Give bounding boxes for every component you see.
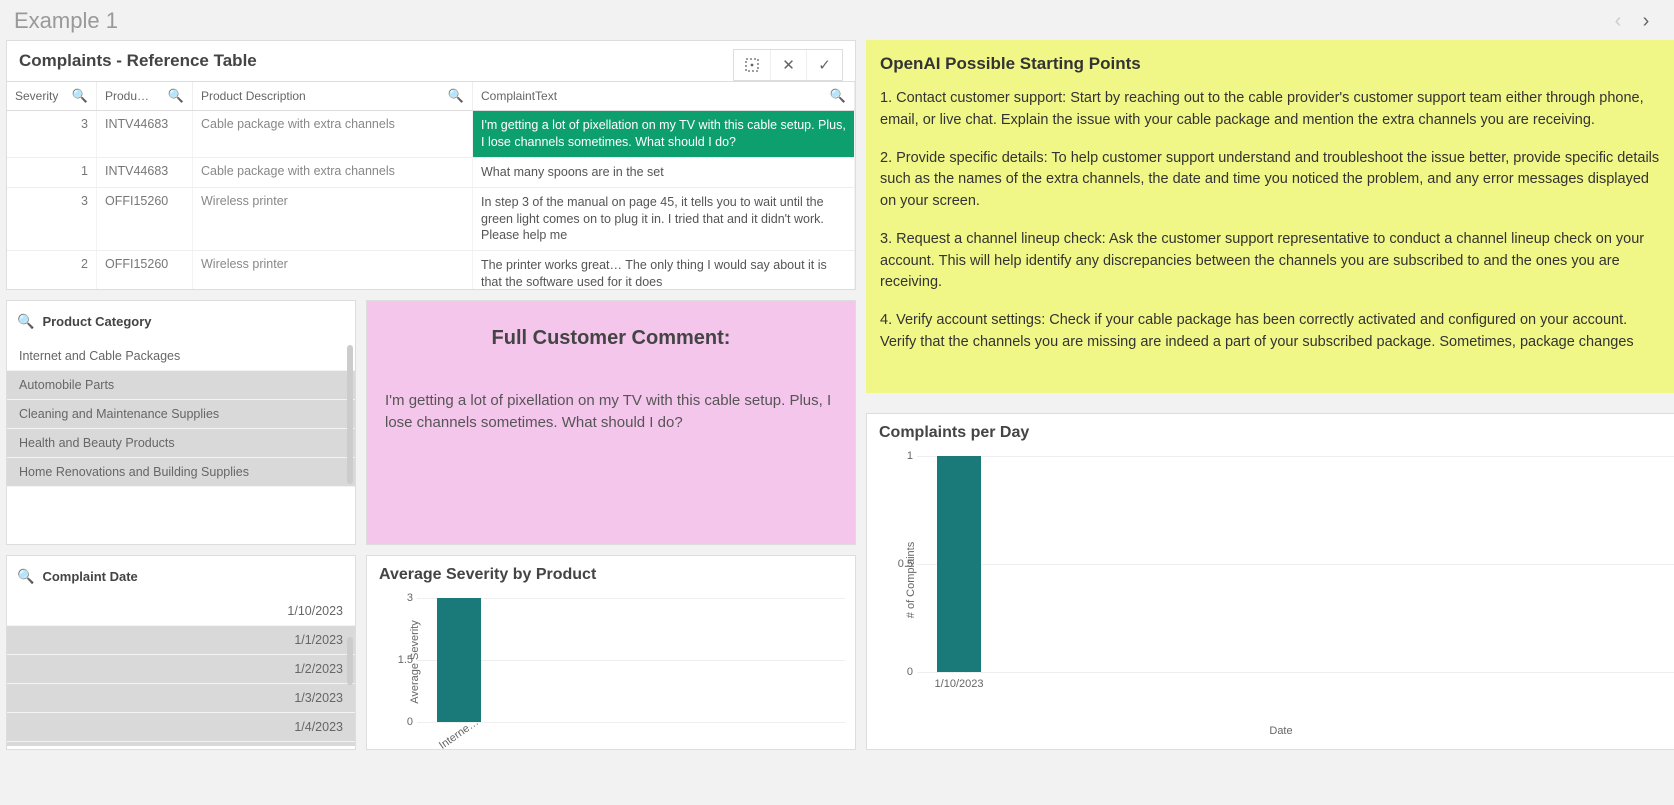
- list-item[interactable]: Cleaning and Maintenance Supplies: [7, 400, 355, 429]
- y-tick: 0.5: [883, 558, 913, 570]
- cell-desc: Cable package with extra channels: [193, 111, 473, 157]
- y-axis-label: # of Complaints: [905, 541, 917, 617]
- cell-comp: In step 3 of the manual on page 45, it t…: [473, 188, 855, 251]
- full-comment-body: I'm getting a lot of pixellation on my T…: [367, 360, 855, 464]
- y-tick: 3: [383, 592, 413, 604]
- avg-severity-chart[interactable]: Average Severity 01.53Interne…: [367, 594, 855, 729]
- search-icon[interactable]: 🔍: [17, 313, 34, 330]
- cell-sev: 2: [7, 251, 97, 289]
- full-comment-title: Full Customer Comment:: [367, 301, 855, 360]
- table-row[interactable]: 1INTV44683Cable package with extra chann…: [7, 158, 855, 188]
- cell-prod: OFFI15260: [97, 251, 193, 289]
- date-list[interactable]: 1/10/20231/1/20231/2/20231/3/20231/4/202…: [7, 597, 355, 746]
- openai-paragraph: 4. Verify account settings: Check if you…: [880, 310, 1660, 354]
- next-sheet-button[interactable]: ›: [1632, 10, 1660, 33]
- table-row[interactable]: 3INTV44683Cable package with extra chann…: [7, 111, 855, 158]
- scrollbar-thumb[interactable]: [347, 637, 353, 685]
- cell-comp: What many spoons are in the set: [473, 158, 855, 187]
- product-category-title: 🔍 Product Category: [7, 301, 355, 342]
- avg-severity-chart-panel: Average Severity by Product Average Seve…: [366, 555, 856, 750]
- cell-sev: 3: [7, 188, 97, 251]
- full-comment-panel: Full Customer Comment: I'm getting a lot…: [366, 300, 856, 545]
- openai-paragraph: 2. Provide specific details: To help cus…: [880, 148, 1660, 213]
- col-product[interactable]: Produ…🔍: [97, 82, 193, 110]
- complaints-table-title: Complaints - Reference Table: [7, 41, 855, 81]
- search-icon[interactable]: 🔍: [168, 88, 184, 104]
- list-item[interactable]: 1/2/2023: [7, 655, 355, 684]
- col-complaint[interactable]: ComplaintText🔍: [473, 82, 855, 110]
- openai-title: OpenAI Possible Starting Points: [880, 54, 1674, 74]
- list-item[interactable]: 1/3/2023: [7, 684, 355, 713]
- table-row[interactable]: 3OFFI15260Wireless printerIn step 3 of t…: [7, 188, 855, 252]
- cell-desc: Wireless printer: [193, 251, 473, 289]
- cell-desc: Cable package with extra channels: [193, 158, 473, 187]
- search-icon[interactable]: 🔍: [72, 88, 88, 104]
- cell-comp: I'm getting a lot of pixellation on my T…: [473, 111, 855, 157]
- sheet-header: Example 1 ‹ ›: [0, 0, 1674, 40]
- search-icon[interactable]: 🔍: [448, 88, 464, 104]
- openai-body[interactable]: 1. Contact customer support: Start by re…: [880, 88, 1674, 383]
- page-title: Example 1: [14, 8, 1604, 34]
- x-tick: 1/10/2023: [935, 678, 984, 690]
- complaint-date-panel: 🔍 Complaint Date 1/10/20231/1/20231/2/20…: [6, 555, 356, 750]
- complaints-per-day-panel: Complaints per Day # of Complaints 0 0.5 1…: [866, 413, 1674, 750]
- cell-prod: INTV44683: [97, 111, 193, 157]
- table-row[interactable]: 2OFFI15260Wireless printerThe printer wo…: [7, 251, 855, 289]
- col-severity[interactable]: Severity🔍: [7, 82, 97, 110]
- lasso-select-button[interactable]: [734, 50, 770, 80]
- list-item[interactable]: 1/1/2023: [7, 626, 355, 655]
- complaints-table-panel: Complaints - Reference Table ✕ ✓ Severit…: [6, 40, 856, 290]
- y-tick: 1: [883, 450, 913, 462]
- y-tick: 1.5: [383, 654, 413, 666]
- avg-severity-title: Average Severity by Product: [367, 556, 855, 594]
- cancel-selection-button[interactable]: ✕: [770, 50, 806, 80]
- cell-prod: INTV44683: [97, 158, 193, 187]
- confirm-selection-button[interactable]: ✓: [806, 50, 842, 80]
- cell-comp: The printer works great… The only thing …: [473, 251, 855, 289]
- cell-sev: 1: [7, 158, 97, 187]
- table-header-row: Severity🔍 Produ…🔍 Product Description🔍 C…: [7, 81, 855, 111]
- scrollbar-thumb[interactable]: [347, 345, 353, 484]
- openai-paragraph: 3. Request a channel lineup check: Ask t…: [880, 229, 1660, 294]
- search-icon[interactable]: 🔍: [17, 568, 34, 585]
- list-item[interactable]: 1/4/2023: [7, 713, 355, 742]
- cell-desc: Wireless printer: [193, 188, 473, 251]
- list-item[interactable]: Automobile Parts: [7, 371, 355, 400]
- prev-sheet-button[interactable]: ‹: [1604, 10, 1632, 33]
- table-body[interactable]: 3INTV44683Cable package with extra chann…: [7, 111, 855, 289]
- list-item[interactable]: Internet and Cable Packages: [7, 342, 355, 371]
- category-list[interactable]: Internet and Cable PackagesAutomobile Pa…: [7, 342, 355, 541]
- bar[interactable]: [437, 598, 481, 722]
- col-description[interactable]: Product Description🔍: [193, 82, 473, 110]
- list-item[interactable]: 1/10/2023: [7, 597, 355, 626]
- list-item[interactable]: 1/5/2023: [7, 742, 355, 746]
- bar[interactable]: [937, 456, 981, 672]
- complaint-date-title: 🔍 Complaint Date: [7, 556, 355, 597]
- x-axis-label: Date: [1269, 725, 1292, 737]
- list-item[interactable]: Health and Beauty Products: [7, 429, 355, 458]
- y-tick: 0: [383, 716, 413, 728]
- table-selection-toolbar: ✕ ✓: [733, 49, 843, 81]
- openai-paragraph: 1. Contact customer support: Start by re…: [880, 88, 1660, 132]
- y-tick: 0: [883, 666, 913, 678]
- list-item[interactable]: Home Renovations and Building Supplies: [7, 458, 355, 487]
- complaints-per-day-title: Complaints per Day: [867, 414, 1674, 452]
- complaints-per-day-chart[interactable]: # of Complaints 00.511/10/2023 Date: [867, 452, 1674, 707]
- cell-sev: 3: [7, 111, 97, 157]
- openai-panel: OpenAI Possible Starting Points 1. Conta…: [866, 40, 1674, 393]
- cell-prod: OFFI15260: [97, 188, 193, 251]
- product-category-panel: 🔍 Product Category Internet and Cable Pa…: [6, 300, 356, 545]
- search-icon[interactable]: 🔍: [830, 88, 846, 104]
